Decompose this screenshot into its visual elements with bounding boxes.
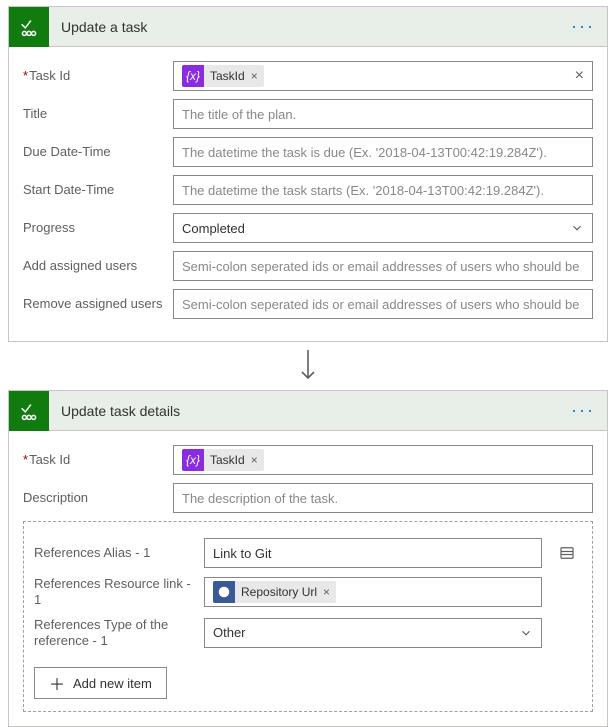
planner-icon (9, 391, 49, 431)
add-users-input[interactable]: Semi-colon seperated ids or email addres… (173, 251, 593, 281)
due-date-label: Due Date-Time (23, 144, 163, 160)
ref-link-label: References Resource link - 1 (34, 576, 194, 609)
remove-token-icon[interactable]: × (251, 69, 258, 83)
task-id-input[interactable]: {x} TaskId × (173, 445, 593, 475)
update-task-details-card: Update task details ··· *Task Id {x} Tas… (8, 390, 608, 727)
card-body: *Task Id {x} TaskId × × Title The title … (9, 47, 607, 341)
card-header: Update task details ··· (9, 391, 607, 431)
task-id-token[interactable]: {x} TaskId × (182, 449, 264, 471)
due-date-input[interactable]: The datetime the task is due (Ex. '2018-… (173, 137, 593, 167)
ref-link-input[interactable]: Repository Url × (204, 577, 542, 607)
card-body: *Task Id {x} TaskId × Description The de… (9, 431, 607, 726)
chevron-down-icon (570, 221, 584, 235)
card-title: Update task details (49, 403, 559, 419)
card-title: Update a task (49, 19, 559, 35)
remove-users-input[interactable]: Semi-colon seperated ids or email addres… (173, 289, 593, 319)
add-users-label: Add assigned users (23, 258, 163, 274)
github-icon (213, 581, 235, 603)
task-id-label: *Task Id (23, 68, 163, 84)
card-menu-button[interactable]: ··· (559, 16, 607, 37)
description-label: Description (23, 490, 163, 506)
title-label: Title (23, 106, 163, 122)
progress-label: Progress (23, 220, 163, 236)
ref-type-select[interactable]: Other (204, 618, 542, 648)
ref-alias-label: References Alias - 1 (34, 545, 194, 561)
task-id-label: *Task Id (23, 452, 163, 468)
repo-url-token[interactable]: Repository Url × (213, 581, 336, 603)
start-date-label: Start Date-Time (23, 182, 163, 198)
card-header: Update a task ··· (9, 7, 607, 47)
list-picker-icon[interactable] (558, 544, 582, 562)
start-date-input[interactable]: The datetime the task starts (Ex. '2018-… (173, 175, 593, 205)
update-task-card: Update a task ··· *Task Id {x} TaskId × … (8, 6, 608, 342)
planner-icon (9, 7, 49, 47)
ref-alias-input[interactable]: Link to Git (204, 538, 542, 568)
chevron-down-icon (519, 626, 533, 640)
ref-type-label: References Type of the reference - 1 (34, 617, 194, 650)
plus-icon: ＋ (49, 671, 65, 695)
remove-users-label: Remove assigned users (23, 296, 163, 312)
dynamic-content-icon: {x} (182, 449, 204, 471)
flow-arrow-icon (0, 348, 616, 384)
card-menu-button[interactable]: ··· (559, 400, 607, 421)
description-input[interactable]: The description of the task. (173, 483, 593, 513)
task-id-input[interactable]: {x} TaskId × × (173, 61, 593, 91)
progress-select[interactable]: Completed (173, 213, 593, 243)
references-group: References Alias - 1 Link to Git Referen… (23, 521, 593, 712)
add-new-item-button[interactable]: ＋ Add new item (34, 667, 167, 699)
task-id-token[interactable]: {x} TaskId × (182, 65, 264, 87)
remove-token-icon[interactable]: × (323, 585, 330, 599)
remove-token-icon[interactable]: × (251, 453, 258, 467)
clear-field-icon[interactable]: × (569, 67, 584, 85)
dynamic-content-icon: {x} (182, 65, 204, 87)
title-input[interactable]: The title of the plan. (173, 99, 593, 129)
